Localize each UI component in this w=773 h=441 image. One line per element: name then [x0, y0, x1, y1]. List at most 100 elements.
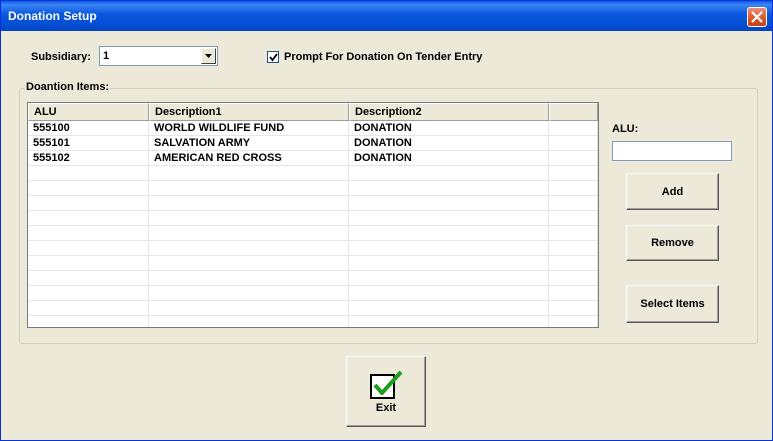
table-row[interactable]: [28, 286, 598, 301]
table-cell: [549, 226, 598, 241]
add-button[interactable]: Add: [626, 173, 719, 210]
table-cell: DONATION: [349, 121, 549, 136]
add-button-label: Add: [661, 185, 684, 198]
table-cell: [549, 316, 598, 327]
table-cell: [549, 136, 598, 151]
table-cell: [149, 256, 349, 271]
column-header-alu[interactable]: ALU: [28, 103, 149, 121]
table-row[interactable]: [28, 271, 598, 286]
table-cell: AMERICAN RED CROSS: [149, 151, 349, 166]
table-cell: [149, 241, 349, 256]
subsidiary-select[interactable]: 1: [99, 46, 218, 66]
table-cell: [549, 181, 598, 196]
table-row[interactable]: 555101 SALVATION ARMY DONATION: [28, 136, 598, 151]
table-cell: [149, 271, 349, 286]
subsidiary-dropdown-button[interactable]: [201, 48, 216, 64]
table-cell: [349, 286, 549, 301]
table-cell: [149, 286, 349, 301]
table-cell: [28, 181, 149, 196]
select-items-button-label: Select Items: [640, 298, 705, 310]
table-row[interactable]: [28, 301, 598, 316]
table-row[interactable]: [28, 196, 598, 211]
table-cell: [349, 301, 549, 316]
table-cell: [149, 301, 349, 316]
table-cell: [349, 241, 549, 256]
table-row[interactable]: [28, 181, 598, 196]
window-title: Donation Setup: [8, 9, 97, 23]
table-cell: [349, 181, 549, 196]
alu-input[interactable]: [612, 141, 732, 161]
table-cell: [349, 271, 549, 286]
table-cell: DONATION: [349, 136, 549, 151]
column-header-description1[interactable]: Description1: [149, 103, 349, 121]
table-cell: [549, 211, 598, 226]
title-bar[interactable]: Donation Setup: [1, 1, 772, 31]
checkmark-icon: [269, 53, 278, 62]
table-cell: [28, 196, 149, 211]
table-row[interactable]: [28, 211, 598, 226]
table-cell: [349, 211, 549, 226]
alu-label: ALU:: [612, 123, 639, 135]
remove-button-label: Remove: [651, 237, 694, 249]
table-cell: [549, 286, 598, 301]
table-cell: [549, 301, 598, 316]
table-cell: WORLD WILDLIFE FUND: [149, 121, 349, 136]
table-cell: [349, 196, 549, 211]
table-cell: [549, 196, 598, 211]
grid-header: ALU Description1 Description2: [28, 103, 598, 121]
table-row[interactable]: [28, 241, 598, 256]
table-cell: [549, 241, 598, 256]
table-cell: [549, 256, 598, 271]
subsidiary-value: 1: [103, 50, 110, 62]
table-cell: [349, 256, 549, 271]
table-cell: 555100: [28, 121, 149, 136]
column-header-extra[interactable]: [549, 103, 598, 121]
table-cell: [549, 271, 598, 286]
subsidiary-label: Subsidiary:: [31, 51, 91, 63]
table-cell: [28, 241, 149, 256]
remove-button[interactable]: Remove: [626, 225, 719, 261]
table-cell: [28, 256, 149, 271]
table-cell: [149, 196, 349, 211]
column-header-description2[interactable]: Description2: [349, 103, 549, 121]
table-cell: SALVATION ARMY: [149, 136, 349, 151]
table-cell: [349, 226, 549, 241]
table-cell: [28, 301, 149, 316]
table-cell: [549, 121, 598, 136]
select-items-button[interactable]: Select Items: [626, 285, 719, 323]
close-button[interactable]: [747, 7, 767, 27]
table-cell: [149, 316, 349, 327]
table-cell: [28, 271, 149, 286]
table-cell: [549, 166, 598, 181]
table-cell: DONATION: [349, 151, 549, 166]
donation-items-group-label: Doantion Items:: [25, 81, 111, 93]
table-cell: [28, 286, 149, 301]
donation-items-grid[interactable]: ALU Description1 Description2 555100 WORL…: [27, 102, 599, 328]
table-row[interactable]: 555102 AMERICAN RED CROSS DONATION: [28, 151, 598, 166]
table-cell: 555101: [28, 136, 149, 151]
checkmark-icon: [370, 370, 403, 399]
table-cell: [28, 226, 149, 241]
table-row[interactable]: 555100 WORLD WILDLIFE FUND DONATION: [28, 121, 598, 136]
chevron-down-icon: [205, 54, 212, 58]
prompt-donation-label[interactable]: Prompt For Donation On Tender Entry: [284, 51, 482, 63]
table-cell: [28, 166, 149, 181]
exit-button[interactable]: Exit: [346, 356, 426, 427]
table-cell: [549, 151, 598, 166]
table-row[interactable]: [28, 316, 598, 327]
prompt-donation-checkbox[interactable]: [267, 51, 279, 63]
table-cell: [149, 226, 349, 241]
table-cell: [149, 211, 349, 226]
table-cell: 555102: [28, 151, 149, 166]
close-x-icon: [751, 11, 763, 23]
table-row[interactable]: [28, 226, 598, 241]
table-cell: [28, 316, 149, 327]
table-cell: [349, 316, 549, 327]
table-cell: [349, 166, 549, 181]
table-cell: [149, 166, 349, 181]
table-cell: [28, 211, 149, 226]
table-row[interactable]: [28, 166, 598, 181]
exit-button-label: Exit: [375, 401, 397, 414]
table-row[interactable]: [28, 256, 598, 271]
table-cell: [149, 181, 349, 196]
